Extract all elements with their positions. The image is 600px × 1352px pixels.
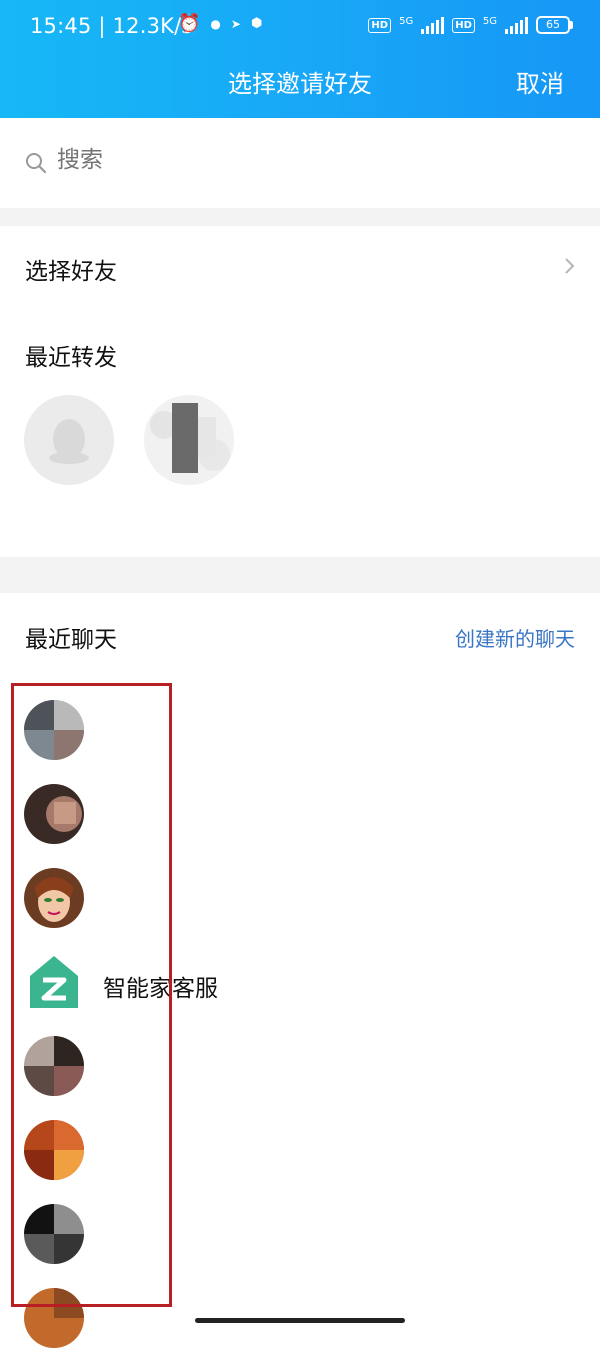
select-friends-label: 选择好友 [25, 259, 117, 285]
app-notification-icon: ● [210, 16, 221, 31]
default-penguin-avatar-icon [49, 419, 89, 464]
location-icon: ➤ [230, 16, 241, 31]
signal-icon [421, 16, 445, 34]
battery-icon: 65 [536, 16, 573, 34]
recent-chats-title: 最近聊天 [25, 627, 117, 653]
top-header: 15:45 | 12.3K/s ⏰ ● ➤ ⬢ HD 5G HD 5G 65 选… [0, 0, 600, 118]
avatar [24, 395, 114, 485]
recent-forward-item[interactable] [139, 395, 239, 497]
search-icon [26, 153, 47, 174]
section-divider [0, 557, 600, 593]
avatar-image [24, 1288, 84, 1348]
avatar-image [24, 1120, 84, 1180]
smart-home-logo-icon [30, 956, 78, 1008]
chat-list-item[interactable] [0, 1184, 600, 1268]
avatar-image [24, 1204, 84, 1264]
chat-list-item[interactable] [0, 680, 600, 764]
chat-list-item[interactable] [0, 764, 600, 848]
hd-icon: HD [368, 17, 392, 33]
net-type-1: 5G [399, 16, 414, 27]
chat-name: 智能家客服 [103, 976, 218, 1002]
avatar-image [24, 700, 84, 760]
chat-list-item[interactable] [0, 1016, 600, 1100]
avatar [24, 1036, 84, 1096]
avatar [24, 1288, 84, 1348]
section-divider [0, 208, 600, 226]
signal-icon-2 [505, 16, 528, 34]
status-notification-icons: ⏰ ● ➤ ⬢ [178, 13, 262, 34]
chat-list-item[interactable] [0, 848, 600, 932]
net-type-2: 5G [482, 16, 497, 27]
search-input[interactable] [55, 146, 559, 174]
avatar [144, 395, 234, 485]
chat-list-item[interactable] [0, 1100, 600, 1184]
status-time: 15:45 | 12.3K/s [30, 14, 193, 38]
recent-forward-item[interactable] [19, 395, 119, 497]
home-indicator[interactable] [195, 1318, 405, 1323]
avatar-image [24, 784, 84, 844]
avatar-image [24, 1036, 84, 1096]
recent-forward-title: 最近转发 [25, 345, 117, 371]
page-title: 选择邀请好友 [228, 70, 372, 98]
hd-icon-2: HD [452, 17, 475, 33]
status-bar: 15:45 | 12.3K/s ⏰ ● ➤ ⬢ HD 5G HD 5G 65 [0, 0, 600, 56]
avatar-image [24, 868, 84, 928]
search-bar[interactable] [0, 118, 600, 208]
chat-list-item[interactable] [0, 1268, 600, 1352]
status-right: HD 5G HD 5G 65 [368, 16, 573, 34]
time-text: 15:45 [30, 14, 92, 38]
avatar [24, 1204, 84, 1264]
cancel-button[interactable]: 取消 [516, 64, 564, 99]
avatar [24, 1120, 84, 1180]
avatar [24, 700, 84, 760]
avatar [24, 868, 84, 928]
shield-icon: ⬢ [250, 16, 263, 31]
select-friends-row[interactable]: 选择好友 [0, 226, 600, 310]
avatar [24, 784, 84, 844]
create-new-chat-link[interactable]: 创建新的聊天 [455, 623, 575, 652]
avatar [24, 952, 84, 1012]
chat-list-item[interactable]: 智能家客服 [0, 932, 600, 1016]
alarm-icon: ⏰ [178, 13, 201, 34]
chevron-right-icon [565, 258, 574, 274]
avatar-image [144, 395, 234, 485]
